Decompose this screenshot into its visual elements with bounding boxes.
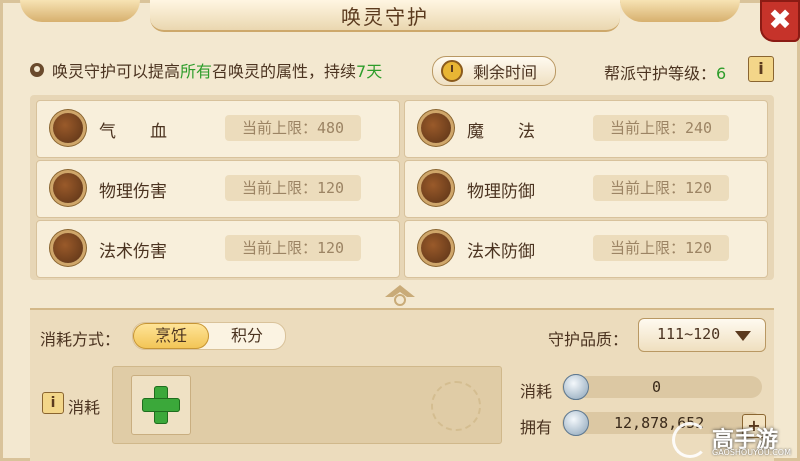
- attr-name: 气 血: [99, 122, 167, 142]
- attr-orb-icon: [421, 173, 451, 203]
- attr-name: 魔 法: [467, 122, 535, 142]
- clock-icon: [441, 60, 463, 82]
- cost-mode-toggle: 烹饪 积分: [132, 322, 286, 350]
- attr-limit: 当前上限：120: [593, 175, 729, 201]
- intro-days: 7天: [356, 62, 383, 81]
- attr-orb-icon: [421, 113, 451, 143]
- consume-value-bar: [562, 376, 762, 398]
- guild-guard-value: 6: [716, 64, 727, 83]
- attr-orb-icon: [53, 173, 83, 203]
- silver-coin-icon-own: [563, 410, 589, 436]
- resource-consume-label: 消耗: [520, 382, 553, 401]
- cost-option-cooking[interactable]: 烹饪: [133, 323, 209, 349]
- attr-name: 物理防御: [467, 182, 535, 202]
- consume-label: 消耗: [68, 398, 101, 417]
- intro-prefix: 唤灵守护可以提高: [52, 62, 181, 81]
- consume-info-button[interactable]: i: [42, 392, 64, 414]
- quality-value: 111~120: [657, 325, 721, 343]
- resource-consume-value: 0: [652, 378, 662, 396]
- attr-name: 法术防御: [467, 242, 535, 262]
- attr-limit: 当前上限：120: [225, 175, 361, 201]
- guild-guard-label: 帮派守护等级：: [604, 64, 717, 83]
- cloud-ornament-right: [620, 0, 740, 22]
- cost-option-points[interactable]: 积分: [209, 323, 285, 349]
- watermark-url: GAOSHOUYOU.COM: [712, 448, 792, 457]
- game-window: 唤灵守护 ✖ 唤灵守护可以提高 所有 召唤灵的属性，持续 7天 剩余时间 帮派守…: [0, 0, 800, 461]
- guild-guard-level: 帮派守护等级：6: [604, 60, 726, 84]
- attr-cell-magic-def: 法术防御 当前上限：120: [404, 220, 768, 278]
- attr-limit: 当前上限：240: [593, 115, 729, 141]
- consume-panel: 消耗方式： 烹饪 积分 守护品质： 111~120 i 消耗 消耗 0 拥有 1…: [30, 308, 774, 461]
- attr-orb-icon: [53, 113, 83, 143]
- attr-name: 物理伤害: [99, 182, 167, 202]
- swirl-icon: [30, 63, 44, 77]
- attr-cell-phys-def: 物理防御 当前上限：120: [404, 160, 768, 218]
- plus-icon-bar: [142, 398, 180, 412]
- attr-cell-magic-atk: 法术伤害 当前上限：120: [36, 220, 400, 278]
- remaining-time-label: 剩余时间: [473, 63, 538, 82]
- attr-name: 法术伤害: [99, 242, 167, 262]
- item-slot-area: [112, 366, 502, 444]
- attr-limit: 当前上限：120: [593, 235, 729, 261]
- quality-dropdown[interactable]: 111~120: [638, 318, 766, 352]
- attribute-grid: 气 血 当前上限：480 魔 法 当前上限：240 物理伤害 当前上限：120 …: [30, 95, 774, 280]
- intro-text: 唤灵守护可以提高 所有 召唤灵的属性，持续 7天: [30, 58, 382, 82]
- remaining-time-button[interactable]: 剩余时间: [432, 56, 556, 86]
- title-banner: 唤灵守护: [150, 0, 620, 32]
- window-title: 唤灵守护: [341, 5, 429, 29]
- cost-mode-label: 消耗方式：: [40, 330, 121, 349]
- guild-info-button[interactable]: i: [748, 56, 774, 82]
- resource-own-label: 拥有: [520, 418, 553, 437]
- close-button[interactable]: ✖: [760, 0, 800, 42]
- cloud-ornament-left: [20, 0, 140, 22]
- intro-highlight: 所有: [180, 62, 213, 81]
- attr-cell-hp: 气 血 当前上限：480: [36, 100, 400, 158]
- intro-middle: 召唤灵的属性，持续: [212, 62, 357, 81]
- chevron-down-icon: [735, 331, 751, 341]
- attr-cell-phys-atk: 物理伤害 当前上限：120: [36, 160, 400, 218]
- collapse-arrow-icon[interactable]: [383, 283, 417, 307]
- silver-coin-icon-front: [563, 374, 589, 400]
- watermark-logo: 高手游 GAOSHOUYOU.COM: [672, 420, 798, 460]
- seal-ornament-icon: [431, 381, 481, 431]
- attr-cell-mp: 魔 法 当前上限：240: [404, 100, 768, 158]
- add-item-slot[interactable]: [131, 375, 191, 435]
- logo-g-icon: [672, 422, 708, 458]
- quality-label: 守护品质：: [548, 330, 629, 349]
- attr-orb-icon: [53, 233, 83, 263]
- attr-limit: 当前上限：480: [225, 115, 361, 141]
- attr-limit: 当前上限：120: [225, 235, 361, 261]
- attr-orb-icon: [421, 233, 451, 263]
